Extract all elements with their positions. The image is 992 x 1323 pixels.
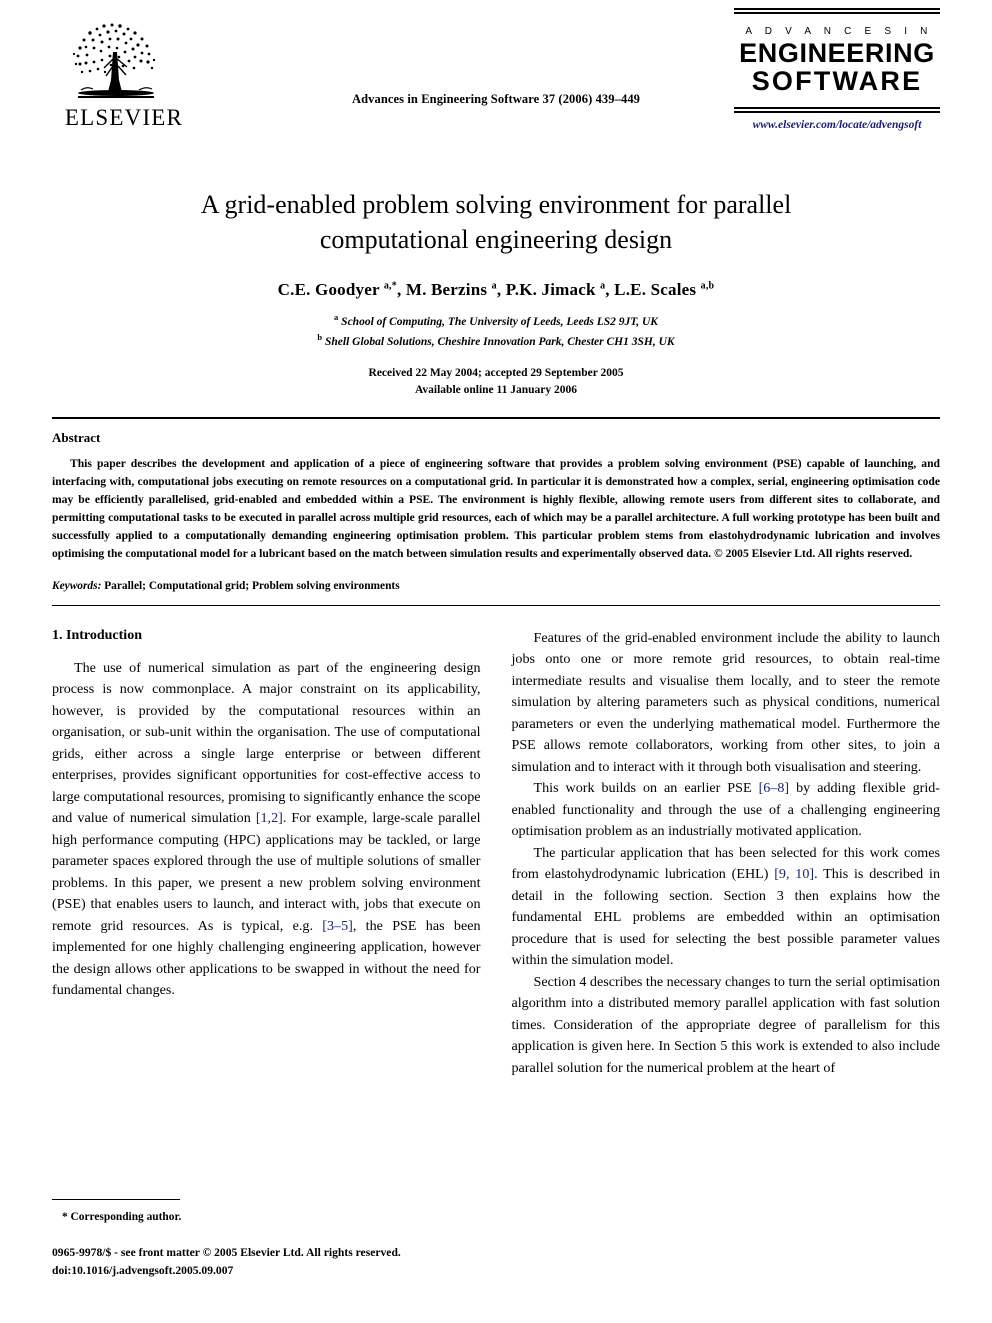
title-block: A grid-enabled problem solving environme… <box>52 187 940 399</box>
right-column: Features of the grid-enabled environment… <box>512 628 941 1079</box>
paragraph: The particular application that has been… <box>511 844 941 969</box>
abstract-bottom-rule <box>52 604 940 606</box>
masthead: ELSEVIER Advances in Engineering Softwar… <box>52 0 940 165</box>
body-columns: 1. Introduction The use of numerical sim… <box>52 628 940 1079</box>
keywords: Keywords: Parallel; Computational grid; … <box>52 580 940 592</box>
paragraph: Section 4 describes the necessary change… <box>511 973 941 1076</box>
abstract-text: This paper describes the development and… <box>52 457 940 560</box>
affiliation-a: a School of Computing, The University of… <box>334 311 658 328</box>
keywords-value: Parallel; Computational grid; Problem so… <box>104 579 400 592</box>
abstract-heading: Abstract <box>52 430 101 446</box>
abstract-top-rule <box>52 417 940 420</box>
elsevier-wordmark: ELSEVIER <box>64 105 184 130</box>
journal-masthead-logo: A D V A N C E S I N ENGINEERING SOFTWARE… <box>734 8 940 131</box>
front-matter-line: 0965-9978/$ - see front matter © 2005 El… <box>52 1245 401 1259</box>
corresponding-author-note: * Corresponding author. <box>62 1210 182 1223</box>
page-title: A grid-enabled problem solving environme… <box>200 190 792 255</box>
elsevier-logo: ELSEVIER <box>64 18 184 131</box>
paragraph: Features of the grid-enabled environment… <box>511 629 941 775</box>
received-accepted-date: Received 22 May 2004; accepted 29 Septem… <box>368 366 624 379</box>
paragraph: The use of numerical simulation as part … <box>52 659 481 999</box>
paragraph: This work builds on an earlier PSE [6–8]… <box>511 780 941 840</box>
journal-article-page: ELSEVIER Advances in Engineering Softwar… <box>0 0 992 1323</box>
masthead-rule-top <box>734 8 940 14</box>
footnote-rule <box>52 1198 180 1200</box>
doi-line[interactable]: doi:10.1016/j.advengsoft.2005.09.007 <box>52 1262 481 1279</box>
section-heading-introduction: 1. Introduction <box>52 627 142 643</box>
masthead-software: SOFTWARE <box>751 66 923 97</box>
affiliation-b: b Shell Global Solutions, Cheshire Innov… <box>317 332 675 349</box>
masthead-engineering: ENGINEERING <box>739 38 935 68</box>
available-online-date: Available online 11 January 2006 <box>414 384 578 397</box>
journal-url-link[interactable]: www.elsevier.com/locate/advengsoft <box>734 119 940 131</box>
keywords-label: Keywords: <box>52 579 102 592</box>
footnote-area: * Corresponding author. 0965-9978/$ - se… <box>52 1198 481 1279</box>
masthead-advances-in: A D V A N C E S I N <box>745 26 933 37</box>
masthead-rule-bottom <box>734 107 940 114</box>
author-list: C.E. Goodyer a,*, M. Berzins a, P.K. Jim… <box>277 279 715 299</box>
left-column: 1. Introduction The use of numerical sim… <box>52 628 481 1079</box>
